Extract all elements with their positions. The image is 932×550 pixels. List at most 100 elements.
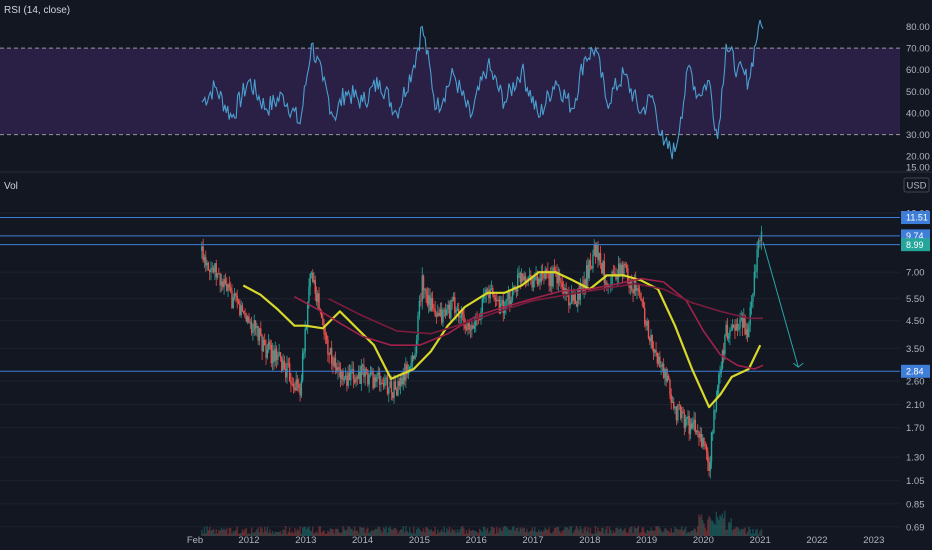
candle-body — [539, 278, 541, 283]
candle-body — [634, 280, 637, 291]
candle-body — [264, 339, 266, 346]
volume-bar — [738, 528, 740, 536]
volume-bar — [454, 529, 456, 536]
volume-bar — [564, 527, 566, 536]
volume-bar — [380, 530, 382, 536]
candle-body — [339, 369, 342, 379]
candle-body — [430, 297, 432, 311]
volume-bar — [406, 530, 408, 536]
volume-bar — [431, 531, 434, 536]
rsi-tick-label: 80.00 — [906, 22, 930, 33]
candle-body — [520, 273, 523, 283]
candle-body — [422, 275, 425, 291]
candle-body — [459, 317, 461, 319]
candle-body — [241, 305, 244, 312]
candle-body — [426, 294, 429, 305]
volume-bar — [265, 530, 267, 536]
volume-bar — [219, 530, 221, 536]
candle-body — [655, 349, 657, 353]
time-tick-label: 2020 — [693, 535, 714, 546]
volume-bar — [607, 533, 609, 536]
candle-body — [501, 299, 503, 304]
candle-body — [703, 438, 705, 445]
candle-body — [667, 375, 670, 380]
candle-body — [531, 278, 533, 288]
rsi-axis: 15.0020.0030.0040.0050.0060.0070.0080.00 — [906, 22, 930, 174]
volume-bar — [601, 527, 603, 536]
candle-body — [201, 246, 203, 251]
candle-body — [367, 370, 369, 385]
candle-body — [306, 301, 309, 328]
volume-bar — [381, 532, 383, 536]
candle-body — [707, 451, 709, 462]
candle-body — [212, 267, 215, 273]
volume-bar — [290, 532, 292, 536]
candle-body — [376, 374, 378, 382]
volume-bar — [497, 532, 499, 536]
volume-bar — [208, 526, 211, 536]
candle-body — [342, 371, 344, 381]
volume-bar — [624, 527, 626, 536]
candle-body — [447, 304, 449, 309]
volume-bar — [223, 528, 225, 536]
candle-body — [233, 292, 236, 298]
volume-bar — [218, 529, 220, 536]
candle-body — [401, 377, 403, 385]
candle-body — [455, 310, 457, 313]
volume-bar — [678, 529, 680, 536]
volume-bar — [732, 528, 735, 536]
candle-body — [240, 305, 242, 316]
candle-body — [616, 277, 619, 280]
candle-body — [203, 256, 206, 261]
candle-body — [303, 351, 305, 354]
volume-bar — [673, 532, 675, 536]
volume-bar — [519, 527, 522, 536]
volume-bar — [575, 526, 578, 536]
volume-bar — [456, 529, 459, 536]
candle-body — [587, 265, 589, 279]
volume-bar — [606, 526, 608, 536]
candle-body — [755, 271, 757, 273]
candle-body — [254, 320, 257, 328]
price-tick-label: 7.00 — [906, 268, 925, 279]
volume-label[interactable]: Vol — [4, 181, 18, 192]
candle-body — [414, 353, 416, 359]
volume-bar — [229, 528, 232, 536]
rsi-indicator-label[interactable]: RSI (14, close) — [4, 5, 70, 16]
candle-body — [698, 431, 700, 438]
volume-bar — [602, 527, 604, 536]
candle-body — [552, 267, 554, 287]
currency-badge[interactable]: USD — [903, 177, 930, 193]
volume-bar — [373, 529, 376, 536]
volume-bar — [266, 526, 269, 536]
candle-body — [291, 384, 293, 385]
candle-body — [294, 387, 296, 391]
candle-body — [716, 387, 719, 397]
volume-bar — [684, 526, 687, 536]
candle-body — [642, 302, 645, 309]
volume-bar — [270, 533, 272, 536]
candle-body — [647, 321, 650, 338]
candle-body — [222, 281, 224, 288]
candle-body — [549, 273, 552, 286]
volume-bar — [560, 532, 562, 536]
price-chart-canvas[interactable]: 15.0020.0030.0040.0050.0060.0070.0080.00… — [0, 0, 932, 550]
volume-bar — [619, 528, 621, 536]
volume-bar — [712, 520, 714, 536]
candle-body — [369, 372, 372, 375]
candle-body — [244, 313, 246, 317]
candle-body — [361, 364, 364, 366]
candle-body — [394, 381, 397, 390]
candle-body — [205, 256, 207, 266]
candle-body — [313, 280, 315, 282]
rsi-tick-label: 20.00 — [906, 152, 930, 163]
candle-body — [429, 295, 431, 311]
rsi-band — [0, 48, 900, 135]
volume-bar — [734, 528, 736, 536]
candle-body — [341, 371, 343, 379]
volume-bar — [608, 526, 611, 536]
candle-body — [454, 297, 456, 313]
volume-bar — [718, 519, 720, 536]
candle-body — [308, 286, 310, 302]
candle-body — [202, 246, 204, 261]
